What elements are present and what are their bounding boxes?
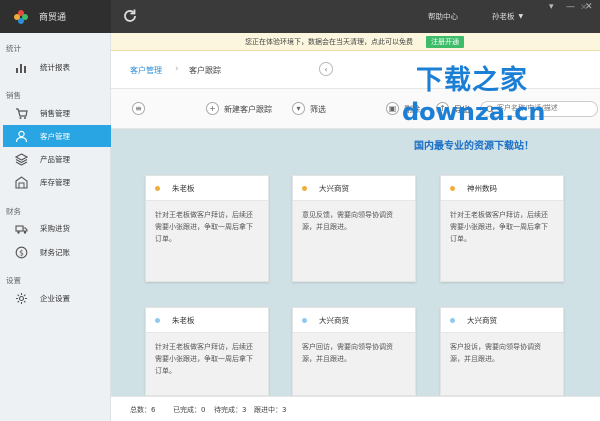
app-name: 商贸通	[39, 13, 67, 23]
status-dot-icon	[450, 185, 455, 191]
status-following: 跟进中：3	[254, 406, 287, 414]
card-description: 针对王老板做客户拜访，后续还需要小张跟进，争取一周后拿下订单。	[450, 211, 548, 243]
nav-back-icon[interactable]: ‹	[319, 62, 333, 76]
card-header: 大兴商贸	[293, 308, 415, 333]
notice-text: 您正在体验环境下，数据会在当天清理，点此可以免费	[245, 38, 413, 46]
filter-icon[interactable]: ▾	[292, 102, 305, 115]
status-dot-icon	[450, 317, 455, 323]
title-bar: 商贸通 帮助中心 孙老板 ▼ ▾ — ✕	[0, 0, 600, 33]
sidebar-item-label: 财务记账	[40, 247, 70, 257]
sidebar-group-settings: 设置	[6, 276, 21, 285]
card-customer-name: 大兴商贸	[319, 183, 349, 193]
card-header: 大兴商贸	[441, 308, 563, 333]
minimize-icon[interactable]: —	[566, 2, 575, 12]
status-done: 已完成：0	[173, 406, 206, 414]
tracking-card[interactable]: 朱老板 针对王老板做客户拜访，后续还需要小张跟进，争取一周后拿下订单。	[145, 175, 269, 282]
app-logo-icon	[14, 9, 28, 24]
sidebar-item-inventory[interactable]: 库存管理	[3, 171, 111, 193]
status-dot-icon	[155, 317, 160, 323]
sidebar-item-purchasing[interactable]: 采购进货	[3, 217, 111, 239]
trial-notice: 您正在体验环境下，数据会在当天清理，点此可以免费 注册开通	[111, 33, 600, 51]
card-description: 意见反馈，需要向领导协调资源，并且跟进。	[302, 211, 393, 231]
status-dot-icon	[302, 317, 307, 323]
close-notice-icon[interactable]: ✕	[580, 3, 588, 13]
bar-chart-icon	[16, 63, 26, 73]
sidebar-item-customers[interactable]: 客户管理	[3, 125, 111, 147]
sidebar-item-label: 统计报表	[40, 62, 70, 72]
card-customer-name: 朱老板	[172, 183, 195, 193]
sidebar-item-label: 销售管理	[40, 108, 70, 118]
watermark-title: 下载之家	[416, 65, 528, 96]
card-header: 大兴商贸	[293, 176, 415, 201]
refresh-icon[interactable]	[122, 8, 138, 24]
chevron-down-icon: ▼	[518, 13, 524, 20]
sidebar-group-finance: 财务	[6, 207, 21, 216]
sidebar-item-stats-report[interactable]: 统计报表	[3, 56, 111, 78]
new-tracking-button[interactable]: 新建客户跟踪	[224, 104, 272, 115]
filter-button[interactable]: 筛选	[310, 104, 326, 115]
card-customer-name: 大兴商贸	[319, 315, 349, 325]
trash-icon[interactable]: ▣	[386, 102, 399, 115]
warehouse-icon	[15, 175, 28, 189]
help-center-link[interactable]: 帮助中心	[428, 11, 458, 22]
card-customer-name: 大兴商贸	[467, 315, 497, 325]
cart-icon	[16, 107, 28, 119]
register-button[interactable]: 注册开通	[426, 36, 464, 48]
sidebar-item-company-settings[interactable]: 企业设置	[3, 287, 111, 309]
user-icon	[15, 130, 28, 142]
user-name: 孙老板	[492, 12, 515, 21]
watermark-slogan: 国内最专业的资源下载站！	[414, 141, 534, 152]
card-header: 朱老板	[146, 176, 268, 201]
sidebar-item-sales[interactable]: 销售管理	[3, 102, 111, 124]
status-dot-icon	[155, 185, 160, 191]
card-header: 神州数码	[441, 176, 563, 201]
card-customer-name: 朱老板	[172, 315, 195, 325]
app-brand: 商贸通	[0, 0, 111, 33]
tracking-card[interactable]: 朱老板 针对王老板做客户拜访，后续还需要小张跟进，争取一周后拿下订单。	[145, 307, 269, 396]
card-board: 朱老板 针对王老板做客户拜访，后续还需要小张跟进，争取一周后拿下订单。 大兴商贸…	[111, 129, 600, 396]
sidebar-item-bookkeeping[interactable]: $ 财务记账	[3, 241, 111, 263]
svg-text:$: $	[19, 248, 24, 257]
sidebar-item-products[interactable]: 产品管理	[3, 148, 111, 170]
menu-icon[interactable]: ▾	[549, 2, 554, 12]
breadcrumb-separator-icon: ›	[175, 64, 179, 74]
status-total: 总数：6	[130, 406, 156, 414]
card-customer-name: 神州数码	[467, 183, 497, 193]
sidebar-item-label: 采购进货	[40, 223, 70, 233]
add-icon[interactable]: +	[206, 102, 219, 115]
sidebar: 统计 统计报表 销售 销售管理 客户管理 产品管理 库存管理 财务 采购进货 $…	[0, 33, 111, 421]
sidebar-group-stats: 统计	[6, 44, 21, 53]
sidebar-item-label: 产品管理	[40, 154, 70, 164]
card-description: 针对王老板做客户拜访，后续还需要小张跟进，争取一周后拿下订单。	[155, 343, 253, 375]
sidebar-item-label: 企业设置	[40, 293, 70, 303]
list-menu-icon[interactable]: ≡	[132, 102, 145, 115]
tracking-card[interactable]: 大兴商贸 客户投诉，需要向领导协调资源，并且跟进。	[440, 307, 564, 396]
breadcrumb-current: 客户跟踪	[189, 66, 221, 75]
card-header: 朱老板	[146, 308, 268, 333]
tracking-card[interactable]: 大兴商贸 客户回访，需要向领导协调资源，并且跟进。	[292, 307, 416, 396]
status-pending: 待完成：3	[214, 406, 247, 414]
breadcrumb-parent[interactable]: 客户管理	[130, 65, 162, 76]
status-dot-icon	[302, 185, 307, 191]
card-description: 针对王老板做客户拜访，后续还需要小张跟进，争取一周后拿下订单。	[155, 211, 253, 243]
tracking-card[interactable]: 神州数码 针对王老板做客户拜访，后续还需要小张跟进，争取一周后拿下订单。	[440, 175, 564, 282]
truck-icon	[15, 224, 28, 234]
watermark-domain: downza.cn	[402, 98, 546, 126]
card-description: 客户回访，需要向领导协调资源，并且跟进。	[302, 343, 393, 363]
coin-icon: $	[15, 246, 28, 258]
user-menu[interactable]: 孙老板 ▼	[492, 11, 523, 22]
sidebar-group-sales: 销售	[6, 91, 21, 100]
layers-icon	[15, 152, 28, 166]
sidebar-item-label: 客户管理	[40, 131, 70, 141]
status-bar: 总数：6 已完成：0 待完成：3 跟进中：3	[111, 396, 600, 421]
sidebar-item-label: 库存管理	[40, 177, 70, 187]
card-description: 客户投诉，需要向领导协调资源，并且跟进。	[450, 343, 541, 363]
tracking-card[interactable]: 大兴商贸 意见反馈，需要向领导协调资源，并且跟进。	[292, 175, 416, 282]
gear-icon	[16, 292, 27, 304]
